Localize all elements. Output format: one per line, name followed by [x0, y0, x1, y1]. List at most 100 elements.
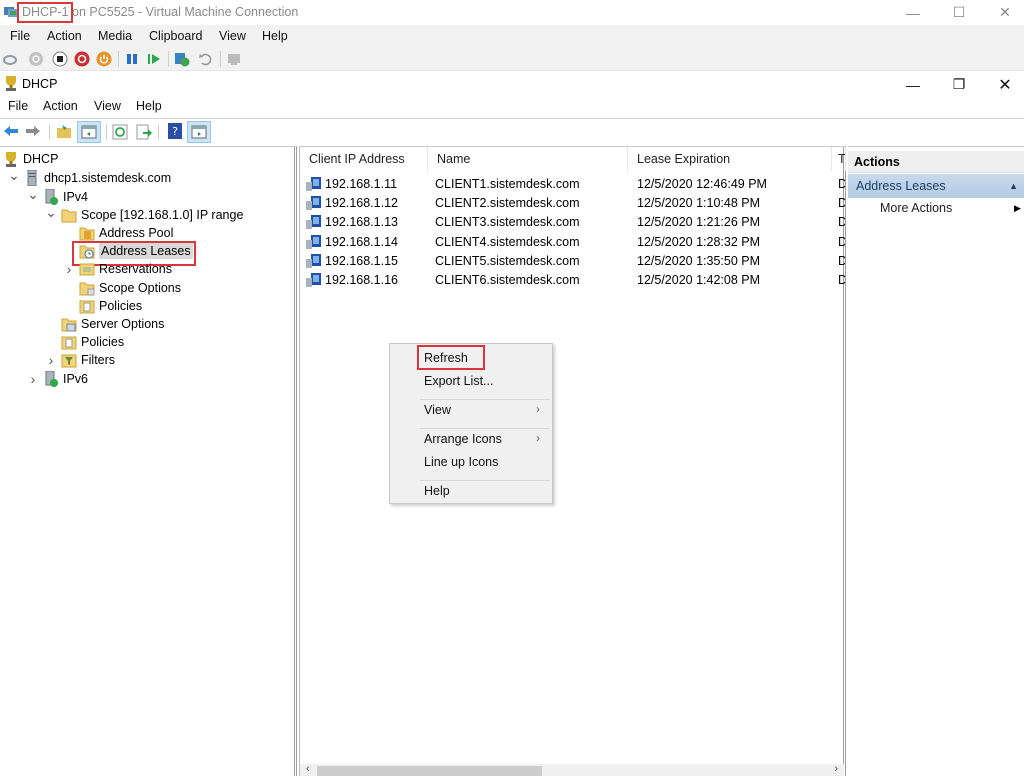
back-icon[interactable] [3, 123, 19, 139]
lease-row[interactable]: 192.168.1.12 CLIENT2.sistemdesk.com 12/5/2… [300, 194, 845, 213]
horizontal-scrollbar[interactable]: ‹ › [300, 763, 844, 776]
tree-item-dhcp1-sistemdesk-com[interactable]: ⌄ dhcp1.sistemdesk.com [8, 167, 171, 187]
column-header-lease-expiration[interactable]: Lease Expiration [628, 147, 832, 171]
forward-icon[interactable] [25, 123, 41, 139]
vm-menu-file[interactable]: File [10, 29, 30, 43]
client-lease-icon [306, 215, 321, 230]
vm-menu-media[interactable]: Media [98, 29, 132, 43]
results-list-pane[interactable]: Client IP Address Name Lease Expiration … [299, 146, 846, 776]
start-icon[interactable] [28, 51, 44, 67]
export-list-icon[interactable] [136, 124, 152, 140]
vm-maximize-button[interactable]: ☐ [936, 0, 982, 25]
pause-icon[interactable] [124, 51, 140, 67]
tree-item-scope-options[interactable]: Scope Options [63, 279, 181, 297]
menu-separator [420, 480, 550, 481]
client-name: CLIENT6.sistemdesk.com [435, 273, 580, 287]
mmc-menu-file[interactable]: File [8, 99, 28, 113]
client-lease-icon [306, 196, 321, 211]
vm-menu-help[interactable]: Help [262, 29, 288, 43]
client-ip: 192.168.1.12 [325, 196, 398, 211]
tree-item-ipv4[interactable]: ⌄ IPv4 [27, 186, 88, 206]
context-menu-item-arrange-icons[interactable]: Arrange Icons [424, 432, 502, 446]
tree-item-policies[interactable]: Policies [45, 333, 124, 351]
actions-section-label: Address Leases [856, 179, 946, 193]
lease-expiration: 12/5/2020 12:46:49 PM [637, 177, 767, 191]
tree-item-reservations[interactable]: › Reservations [63, 260, 172, 278]
enhanced-session-icon[interactable] [226, 51, 242, 67]
client-name: CLIENT1.sistemdesk.com [435, 177, 580, 191]
scope-folder-icon [61, 209, 77, 223]
tree-item-dhcp[interactable]: DHCP [3, 150, 58, 168]
chevron-right-icon[interactable]: › [27, 371, 39, 387]
client-ip: 192.168.1.13 [325, 215, 398, 230]
chevron-down-icon[interactable]: ⌄ [8, 167, 20, 184]
mmc-restore-button[interactable]: ❐ [936, 72, 982, 97]
revert-icon[interactable] [198, 51, 214, 67]
context-menu-item-export-list[interactable]: Export List... [424, 374, 493, 388]
scroll-left-arrow-icon[interactable]: ‹ [306, 763, 310, 775]
client-name: CLIENT5.sistemdesk.com [435, 253, 580, 268]
toolbar-separator [168, 51, 169, 67]
lease-type: D [838, 196, 845, 211]
up-folder-icon[interactable] [56, 123, 72, 139]
chevron-down-icon[interactable]: ⌄ [45, 204, 57, 221]
chevron-right-icon[interactable]: › [63, 261, 75, 277]
console-tree-pane[interactable]: DHCP ⌄ dhcp1.sistemdesk.com ⌄ IPv4 ⌄ Scope [19… [0, 146, 297, 776]
toolbar-separator [220, 51, 221, 67]
resume-icon[interactable] [146, 51, 162, 67]
context-menu: Refresh Export List... View › Arrange Icons ›… [389, 343, 553, 504]
actions-section-address-leases[interactable]: Address Leases ▲ [848, 174, 1024, 198]
mmc-minimize-button[interactable]: — [890, 72, 936, 97]
vm-connection-icon [4, 7, 18, 17]
mmc-close-button[interactable]: ✕ [982, 72, 1024, 97]
server-icon [27, 170, 37, 186]
turn-off-icon[interactable] [52, 51, 68, 67]
actions-header: Actions [848, 151, 1024, 173]
context-menu-item-help[interactable]: Help [424, 484, 450, 498]
tree-item-policies[interactable]: Policies [63, 297, 142, 315]
submenu-arrow-icon: › [536, 402, 540, 416]
maximize-icon: ☐ [952, 4, 966, 20]
lease-row[interactable]: 192.168.1.16 CLIENT6.sistemdesk.com 12/5/2… [300, 271, 845, 290]
tree-item-scope-192-168-1-0-ip-range[interactable]: ⌄ Scope [192.168.1.0] IP range [45, 204, 243, 224]
show-hide-tree-icon [81, 125, 97, 139]
vm-close-button[interactable]: ✕ [982, 0, 1024, 25]
column-header-type[interactable]: T [832, 147, 846, 171]
ctrl-alt-del-icon[interactable] [2, 51, 18, 67]
chevron-right-icon[interactable]: › [45, 352, 57, 368]
lease-row[interactable]: 192.168.1.11 CLIENT1.sistemdesk.com 12/5/2… [300, 175, 845, 194]
vm-menu-clipboard[interactable]: Clipboard [149, 29, 203, 43]
context-menu-item-line-up-icons[interactable]: Line up Icons [424, 455, 498, 469]
mmc-menu-help[interactable]: Help [136, 99, 162, 113]
tree-item-filters[interactable]: › Filters [45, 351, 115, 369]
shutdown-icon[interactable] [74, 51, 90, 67]
power-icon[interactable] [96, 51, 112, 67]
column-header-client-ip[interactable]: Client IP Address [300, 147, 428, 171]
tree-item-label: Address Pool [99, 226, 174, 240]
refresh-icon[interactable] [112, 124, 128, 140]
help-icon[interactable]: ? [167, 123, 183, 139]
context-menu-item-view[interactable]: View [424, 403, 451, 417]
vm-minimize-button[interactable]: — [890, 0, 936, 25]
checkpoint-icon[interactable] [174, 51, 190, 67]
scroll-right-arrow-icon[interactable]: › [834, 763, 838, 775]
scrollbar-thumb[interactable] [317, 766, 542, 776]
lease-row[interactable]: 192.168.1.13 CLIENT3.sistemdesk.com 12/5/2… [300, 213, 845, 232]
mmc-menu-view[interactable]: View [94, 99, 121, 113]
tree-item-ipv6[interactable]: › IPv6 [27, 370, 88, 388]
filters-icon [61, 354, 77, 368]
column-header-name[interactable]: Name [428, 147, 628, 171]
vm-menu-view[interactable]: View [219, 29, 246, 43]
lease-row[interactable]: 192.168.1.15 CLIENT5.sistemdesk.com 12/5/2… [300, 252, 845, 271]
tree-item-address-pool[interactable]: Address Pool [63, 224, 173, 242]
tree-item-server-options[interactable]: Server Options [45, 315, 164, 333]
chevron-down-icon[interactable]: ⌄ [27, 186, 39, 203]
tree-item-label: Policies [99, 299, 143, 313]
mmc-menu-action[interactable]: Action [43, 99, 78, 113]
close-icon: ✕ [999, 4, 1011, 20]
tree-item-label: Scope Options [99, 281, 181, 295]
action-more-actions[interactable]: More Actions [880, 201, 952, 215]
lease-row[interactable]: 192.168.1.14 CLIENT4.sistemdesk.com 12/5/2… [300, 233, 845, 252]
collapse-arrow-icon: ▲ [1009, 181, 1018, 191]
vm-menu-action[interactable]: Action [47, 29, 82, 43]
